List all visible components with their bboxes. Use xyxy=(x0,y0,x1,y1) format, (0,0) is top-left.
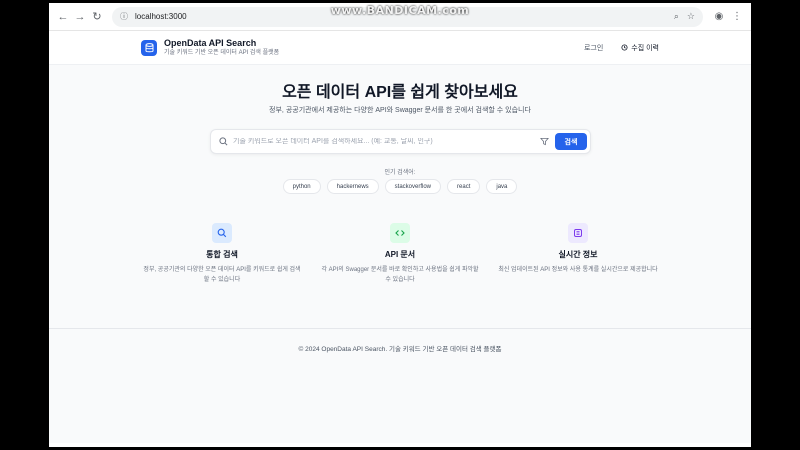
hero-subtitle: 정부, 공공기관에서 제공하는 다양한 API와 Swagger 문서를 한 곳… xyxy=(269,107,531,114)
footer-text: © 2024 OpenData API Search. 기술 키워드 기반 오픈… xyxy=(298,346,502,353)
history-label: 수집 이력 xyxy=(631,44,659,52)
feature-card: API 문서 각 API의 Swagger 문서를 바로 확인하고 사용법을 쉽… xyxy=(319,223,481,285)
history-button[interactable]: 수집 이력 xyxy=(621,43,659,53)
feature-description: 정부, 공공기관의 다양한 오픈 데이터 API를 키워드로 쉽게 검색할 수 … xyxy=(143,267,301,283)
footer: © 2024 OpenData API Search. 기술 키워드 기반 오픈… xyxy=(49,328,751,443)
search-button[interactable]: 검색 xyxy=(555,133,587,150)
main-content: 오픈 데이터 API를 쉽게 찾아보세요 정부, 공공기관에서 제공하는 다양한… xyxy=(49,65,751,328)
feature-card: 실시간 정보 최신 업데이트된 API 정보와 사용 통계를 실시간으로 제공합… xyxy=(497,223,659,285)
popular-tag-python[interactable]: python xyxy=(282,179,321,194)
hero-title: 오픈 데이터 API를 쉽게 찾아보세요 xyxy=(282,84,518,101)
popular-tag-java[interactable]: java xyxy=(486,179,518,194)
search-input[interactable] xyxy=(233,138,540,145)
recording-watermark: www.BANDICAM.com xyxy=(330,4,470,17)
feature-description: 최신 업데이트된 API 정보와 사용 통계를 실시간으로 제공합니다 xyxy=(498,267,658,273)
search-icon xyxy=(212,223,232,243)
feature-title: 실시간 정보 xyxy=(558,250,598,259)
login-link[interactable]: 로그인 xyxy=(584,43,603,53)
popular-tags: python hackernews stackoverflow react ja… xyxy=(49,179,751,194)
browser-window: ← → ↻ ⓘ localhost:3000 ⌕ ☆ ◉ ⋮ OpenData … xyxy=(49,3,751,447)
history-icon xyxy=(621,44,628,51)
popular-tag-stackoverflow[interactable]: stackoverflow xyxy=(384,179,442,194)
feature-card: 통합 검색 정부, 공공기관의 다양한 오픈 데이터 API를 키워드로 쉽게 … xyxy=(141,223,303,285)
feature-list: 통합 검색 정부, 공공기관의 다양한 오픈 데이터 API를 키워드로 쉽게 … xyxy=(141,223,659,285)
feature-title: 통합 검색 xyxy=(206,250,238,259)
popular-tag-react[interactable]: react xyxy=(447,179,481,194)
feature-title: API 문서 xyxy=(384,250,416,259)
search-icon xyxy=(219,137,228,146)
brand-title: OpenData API Search xyxy=(164,37,257,48)
database-logo-icon xyxy=(141,39,157,56)
code-icon xyxy=(390,223,410,243)
popular-tag-hackernews[interactable]: hackernews xyxy=(326,179,379,194)
brand[interactable]: OpenData API Search 기술 키워드 기반 오픈 데이터 API… xyxy=(164,38,279,58)
feature-description: 각 API의 Swagger 문서를 바로 확인하고 사용법을 쉽게 파악할 수… xyxy=(321,267,479,283)
popular-searches-label: 인기 검색어: xyxy=(384,170,416,176)
brand-subtitle: 기술 키워드 기반 오픈 데이터 API 검색 플랫폼 xyxy=(164,49,280,56)
filter-icon[interactable] xyxy=(540,137,549,146)
database-icon xyxy=(568,223,588,243)
search-bar: 검색 xyxy=(210,129,591,154)
app-header: OpenData API Search 기술 키워드 기반 오픈 데이터 API… xyxy=(49,31,751,65)
